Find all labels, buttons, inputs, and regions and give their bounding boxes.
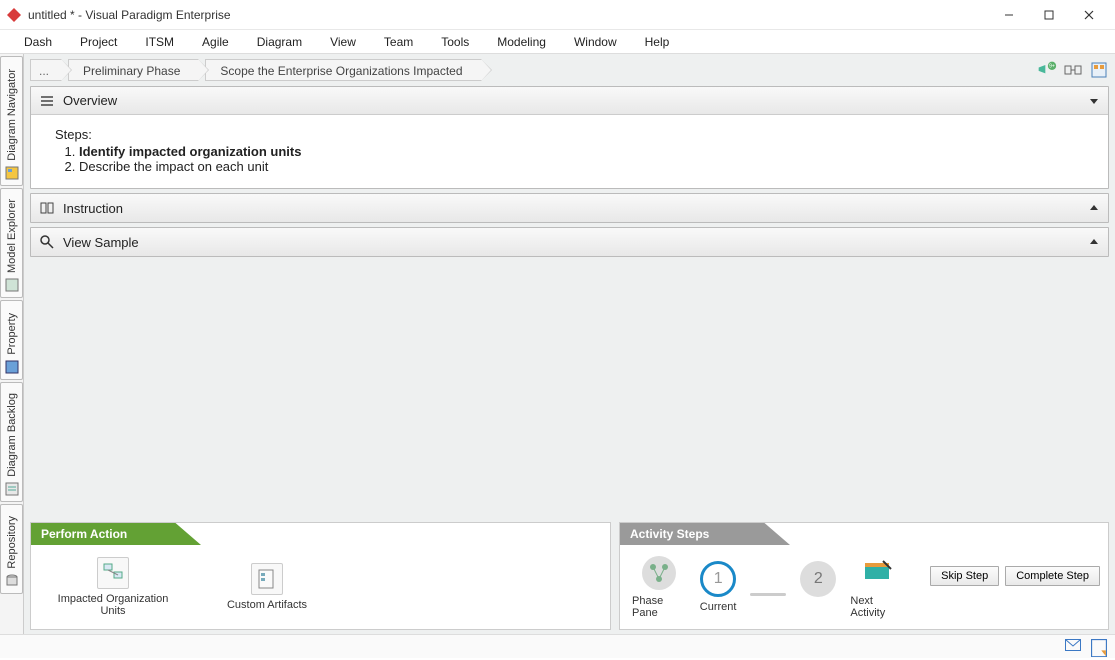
menu-agile[interactable]: Agile (188, 31, 243, 53)
complete-step-button[interactable]: Complete Step (1005, 566, 1100, 586)
action-custom-artifacts[interactable]: Custom Artifacts (197, 559, 337, 615)
minimize-button[interactable] (989, 1, 1029, 29)
panel-overview-body: Steps: Identify impacted organization un… (31, 115, 1108, 188)
statusbar (0, 634, 1115, 658)
breadcrumb-root[interactable]: ... (30, 59, 62, 81)
step-current[interactable]: 1 Current (700, 561, 737, 613)
next-step-circle: 2 (800, 561, 836, 597)
menu-help[interactable]: Help (631, 31, 684, 53)
org-units-icon (97, 557, 129, 589)
panel-instruction-header[interactable]: Instruction (31, 194, 1108, 222)
megaphone-icon[interactable]: 9+ (1037, 61, 1057, 79)
menu-icon (39, 93, 55, 109)
action-label: Impacted Organization Units (49, 593, 177, 617)
repository-icon (4, 573, 20, 589)
menu-modeling[interactable]: Modeling (483, 31, 560, 53)
menubar: Dash Project ITSM Agile Diagram View Tea… (0, 30, 1115, 54)
step-label (817, 601, 820, 613)
action-impacted-org-units[interactable]: Impacted Organization Units (43, 553, 183, 621)
action-label: Custom Artifacts (227, 599, 307, 611)
sidetab-diagram-navigator[interactable]: Diagram Navigator (0, 56, 23, 186)
step-next[interactable]: 2 (800, 561, 836, 613)
close-button[interactable] (1069, 1, 1109, 29)
menu-window[interactable]: Window (560, 31, 631, 53)
menu-view[interactable]: View (316, 31, 370, 53)
sidetab-label: Model Explorer (6, 197, 18, 275)
current-step-circle: 1 (700, 561, 736, 597)
panel-title: Overview (63, 93, 1088, 108)
panel-title: Instruction (63, 201, 1088, 216)
svg-text:9+: 9+ (1049, 64, 1055, 70)
steps-label: Steps: (55, 127, 1084, 142)
menu-dash[interactable]: Dash (10, 31, 66, 53)
side-tabs: Diagram Navigator Model Explorer Propert… (0, 54, 24, 634)
step-next-activity[interactable]: Next Activity (850, 555, 904, 619)
menu-project[interactable]: Project (66, 31, 131, 53)
step-phase-pane[interactable]: Phase Pane (632, 555, 686, 619)
breadcrumb-item[interactable]: Preliminary Phase (68, 59, 199, 81)
chevron-up-icon (1088, 236, 1100, 248)
sidetab-label: Property (6, 311, 18, 357)
maximize-button[interactable] (1029, 1, 1069, 29)
model-explorer-icon (4, 277, 20, 293)
sidetab-model-explorer[interactable]: Model Explorer (0, 188, 23, 298)
step-label: Phase Pane (632, 595, 686, 619)
artifacts-icon (251, 563, 283, 595)
layout-icon[interactable] (1063, 61, 1083, 79)
panel-view-sample-header[interactable]: View Sample (31, 228, 1108, 256)
perform-action-card: Perform Action Impacted Organization Uni… (30, 522, 611, 630)
sidetab-label: Diagram Navigator (6, 67, 18, 163)
sidetab-repository[interactable]: Repository (0, 504, 23, 594)
mail-icon[interactable] (1065, 639, 1081, 655)
property-icon (4, 359, 20, 375)
sidetab-diagram-backlog[interactable]: Diagram Backlog (0, 382, 23, 502)
note-icon[interactable] (1091, 639, 1107, 655)
activity-steps-header: Activity Steps (620, 523, 790, 545)
search-icon (39, 234, 55, 250)
window-title: untitled * - Visual Paradigm Enterprise (28, 8, 989, 22)
phase-pane-icon (641, 555, 677, 591)
step-label: Current (700, 601, 737, 613)
grid-icon[interactable] (1089, 61, 1109, 79)
chevron-up-icon (1088, 202, 1100, 214)
book-icon (39, 200, 55, 216)
chevron-down-icon (1088, 95, 1100, 107)
panel-instruction: Instruction (30, 193, 1109, 223)
perform-action-header: Perform Action (31, 523, 201, 545)
menu-diagram[interactable]: Diagram (243, 31, 316, 53)
overview-step: Identify impacted organization units (79, 144, 1084, 159)
step-connector (750, 593, 786, 596)
app-icon (6, 7, 22, 23)
panel-overview-header[interactable]: Overview (31, 87, 1108, 115)
titlebar: untitled * - Visual Paradigm Enterprise (0, 0, 1115, 30)
sidetab-property[interactable]: Property (0, 300, 23, 380)
breadcrumb: ... Preliminary Phase Scope the Enterpri… (30, 59, 1037, 81)
sidetab-label: Repository (6, 514, 18, 571)
sidetab-label: Diagram Backlog (6, 391, 18, 479)
panel-overview: Overview Steps: Identify impacted organi… (30, 86, 1109, 189)
breadcrumb-row: ... Preliminary Phase Scope the Enterpri… (30, 58, 1109, 82)
panel-title: View Sample (63, 235, 1088, 250)
next-activity-icon (859, 555, 895, 591)
skip-step-button[interactable]: Skip Step (930, 566, 999, 586)
step-label: Next Activity (850, 595, 904, 619)
diagram-navigator-icon (4, 165, 20, 181)
overview-step: Describe the impact on each unit (79, 159, 1084, 174)
menu-team[interactable]: Team (370, 31, 427, 53)
diagram-backlog-icon (4, 481, 20, 497)
panel-view-sample: View Sample (30, 227, 1109, 257)
activity-steps-card: Activity Steps Phase Pane 1 Current 2 (619, 522, 1109, 630)
breadcrumb-item[interactable]: Scope the Enterprise Organizations Impac… (205, 59, 481, 81)
menu-tools[interactable]: Tools (427, 31, 483, 53)
menu-itsm[interactable]: ITSM (131, 31, 188, 53)
